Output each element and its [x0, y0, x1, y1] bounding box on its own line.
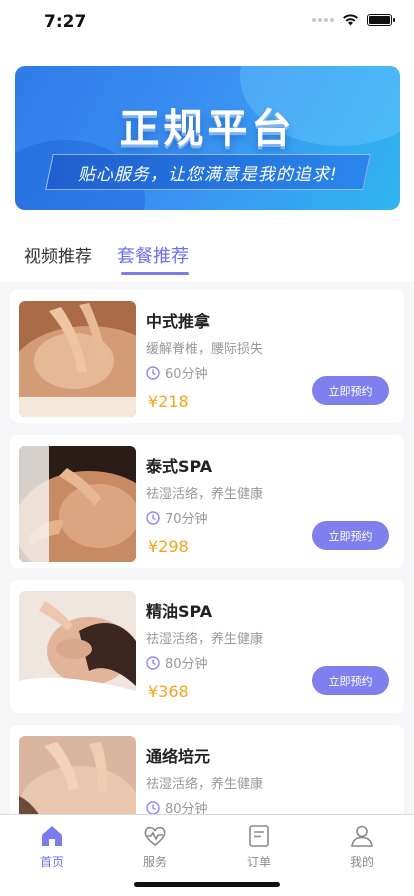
tabbar-label: 首页 — [39, 855, 64, 869]
package-name: 泰式SPA — [146, 457, 213, 476]
clock-icon — [146, 800, 160, 815]
wifi-icon — [343, 14, 358, 26]
clock-icon — [146, 510, 160, 525]
package-desc: 祛湿活络，养生健康 — [146, 777, 264, 792]
package-card[interactable]: 精油SPA 祛湿活络，养生健康 80分钟 ¥368 立即预约 — [10, 580, 404, 713]
package-duration-text: 80分钟 — [165, 657, 208, 672]
package-card[interactable]: 中式推拿 缓解脊椎，腰际损失 60分钟 ¥218 立即预约 — [10, 290, 404, 423]
signal-icon — [312, 18, 334, 22]
category-tabs: 视频推荐 套餐推荐 — [0, 236, 414, 280]
banner-slogan: 贴心服务，让您满意是我的追求! — [45, 154, 371, 190]
order-icon — [249, 825, 269, 847]
home-icon — [42, 826, 62, 846]
book-now-button[interactable]: 立即预约 — [312, 376, 389, 405]
package-price: ¥218 — [148, 392, 189, 411]
tabbar-item-service[interactable]: 服务 — [125, 823, 185, 870]
tabbar-label: 订单 — [246, 855, 271, 869]
package-thumbnail — [19, 446, 136, 562]
status-bar: 7:27 — [0, 0, 414, 48]
tab-video-recommend[interactable]: 视频推荐 — [24, 242, 92, 267]
tabbar-label: 服务 — [142, 855, 167, 869]
status-icons — [312, 14, 395, 26]
package-thumbnail — [19, 301, 136, 417]
battery-icon — [367, 14, 395, 26]
heart-pulse-icon — [144, 826, 166, 847]
tabbar-item-home[interactable]: 首页 — [22, 823, 82, 870]
tabbar-item-orders[interactable]: 订单 — [229, 823, 289, 870]
package-thumbnail — [19, 591, 136, 707]
banner-slogan-text: 贴心服务，让您满意是我的追求! — [78, 164, 338, 185]
package-desc: 祛湿活络，养生健康 — [146, 487, 264, 502]
promo-banner[interactable]: 正规平台 贴心服务，让您满意是我的追求! — [15, 66, 400, 210]
package-duration-text: 70分钟 — [165, 512, 208, 527]
package-name: 通络培元 — [146, 747, 211, 766]
tab-active-indicator — [121, 272, 189, 275]
user-icon — [351, 825, 373, 847]
tabbar-label: 我的 — [349, 855, 374, 869]
package-price: ¥298 — [148, 537, 189, 556]
tab-package-recommend[interactable]: 套餐推荐 — [117, 242, 189, 268]
package-price: ¥368 — [148, 682, 189, 701]
package-name: 精油SPA — [146, 602, 213, 621]
book-now-button[interactable]: 立即预约 — [312, 521, 389, 550]
package-duration: 60分钟 — [146, 363, 208, 382]
package-card[interactable]: 泰式SPA 祛湿活络，养生健康 70分钟 ¥298 立即预约 — [10, 435, 404, 568]
package-desc: 缓解脊椎，腰际损失 — [146, 342, 264, 357]
package-duration: 80分钟 — [146, 653, 208, 672]
book-now-button[interactable]: 立即预约 — [312, 666, 389, 695]
status-time: 7:27 — [44, 12, 87, 32]
package-name: 中式推拿 — [146, 312, 211, 331]
package-duration-text: 60分钟 — [165, 367, 208, 382]
package-duration: 70分钟 — [146, 508, 208, 527]
package-desc: 祛湿活络，养生健康 — [146, 632, 264, 647]
tabbar-item-mine[interactable]: 我的 — [332, 823, 392, 870]
banner-title: 正规平台 — [119, 106, 296, 152]
home-indicator[interactable] — [134, 882, 280, 887]
clock-icon — [146, 655, 160, 670]
clock-icon — [146, 365, 160, 380]
